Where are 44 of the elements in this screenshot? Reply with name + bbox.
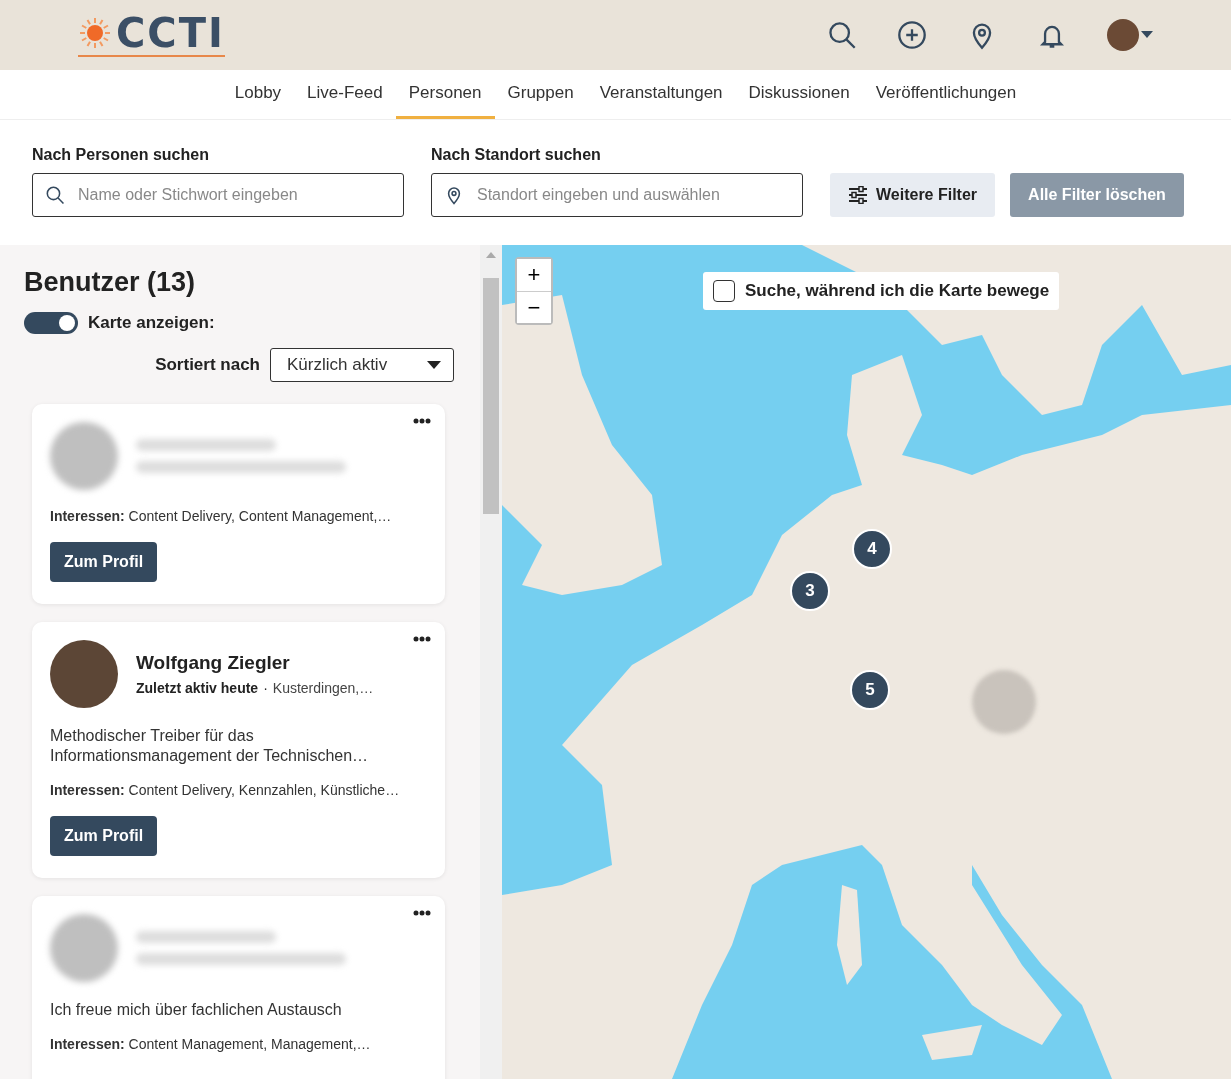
nav-tab[interactable]: Veröffentlichungen	[862, 70, 1030, 119]
separator-dot: ·	[263, 680, 268, 696]
caret-icon[interactable]	[1141, 31, 1153, 39]
location-text: Kusterdingen,…	[272, 680, 374, 696]
zoom-out-button[interactable]: −	[517, 291, 551, 323]
interests-text: Interessen: Content Delivery, Content Management,…	[50, 508, 393, 524]
nav-tab[interactable]: Gruppen	[494, 70, 587, 119]
caret-icon	[427, 361, 441, 369]
sun-logo-icon	[78, 16, 112, 50]
checkbox[interactable]	[713, 280, 735, 302]
results-title: Benutzer (13)	[24, 267, 197, 298]
more-options-icon[interactable]	[413, 418, 431, 424]
profile-button[interactable]: Zum Profil	[50, 542, 158, 582]
logo-wordmark[interactable]: CCTI	[116, 13, 225, 53]
field-label: Nach Standort suchen	[431, 146, 602, 164]
more-options-icon[interactable]	[413, 636, 431, 642]
scrollbar-thumb[interactable]	[483, 278, 499, 514]
nav-tab[interactable]: Live-Feed	[294, 70, 396, 119]
nav-tab[interactable]: Veranstaltungen	[586, 70, 736, 119]
person-name: Wolfgang Ziegler	[136, 652, 291, 674]
user-avatar[interactable]	[1107, 19, 1139, 51]
location-search-field[interactable]: Standort eingeben und auswählen	[431, 173, 803, 217]
nav-tab[interactable]: Diskussionen	[735, 70, 863, 119]
search-icon[interactable]	[827, 20, 857, 50]
scrollbar[interactable]	[480, 245, 502, 1079]
bio-text: Methodischer Treiber für das Informationsmanagement der Technischen…	[50, 726, 370, 766]
interests-text: Interessen: Content Delivery, Kennzahlen, Künstliche…	[50, 782, 401, 798]
toggle-label: Karte anzeigen:	[88, 313, 215, 333]
add-icon[interactable]	[897, 20, 927, 50]
person-search-field[interactable]: Name oder Stichwort eingeben	[32, 173, 404, 217]
checkbox-label: Suche, während ich die Karte bewege	[745, 281, 1050, 301]
more-filters-button[interactable]: Weitere Filter	[830, 173, 996, 217]
nav-tab[interactable]: Lobby	[221, 70, 295, 119]
more-options-icon[interactable]	[413, 910, 431, 916]
profile-button[interactable]: Zum Profil	[50, 816, 158, 856]
activity-status: Zuletzt aktiv heute	[136, 680, 259, 696]
interests-text: Interessen: Content Management, Management,…	[50, 1036, 372, 1052]
sort-label: Sortiert nach	[155, 355, 260, 375]
nav-tab[interactable]: Personen	[395, 70, 495, 119]
map-toggle[interactable]	[24, 312, 78, 334]
sort-dropdown[interactable]: Kürzlich aktiv	[270, 348, 454, 382]
bio-text: Ich freue mich über fachlichen Austausch	[50, 1000, 343, 1020]
field-label: Nach Personen suchen	[32, 146, 210, 164]
sliders-icon	[848, 186, 868, 204]
